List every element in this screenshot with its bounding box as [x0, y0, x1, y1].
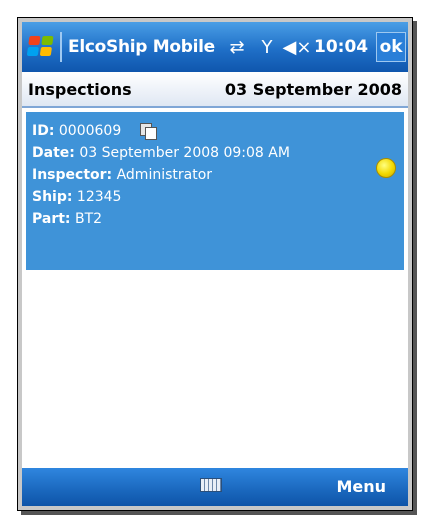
- page-title: Inspections: [28, 79, 132, 99]
- part-label: Part:: [32, 211, 71, 227]
- id-row: ID: 0000609: [32, 120, 398, 142]
- ship-row: Ship: 12345: [32, 186, 398, 208]
- id-value: 0000609: [58, 123, 122, 139]
- inspection-list-item[interactable]: ID: 0000609 Date: 03 September 2008 09:0…: [26, 112, 404, 270]
- start-flag-icon: [26, 36, 55, 58]
- list-header: Inspections 03 September 2008: [22, 72, 408, 108]
- status-dot-icon: [376, 158, 396, 178]
- device-screen: ElcoShip Mobile ⇄ Y ◀× 10:04 ok Inspecti…: [22, 22, 408, 506]
- volume-muted-icon[interactable]: ◀×: [283, 34, 312, 60]
- part-row: Part: BT2: [32, 208, 398, 230]
- keyboard-icon[interactable]: [200, 478, 222, 492]
- part-value: BT2: [74, 211, 103, 227]
- app-title: ElcoShip Mobile: [68, 37, 215, 57]
- ok-button[interactable]: ok: [376, 32, 407, 62]
- menu-bar: Menu: [22, 468, 408, 506]
- menu-button[interactable]: Menu: [336, 468, 386, 506]
- start-button[interactable]: [22, 22, 60, 72]
- connectivity-icon[interactable]: ⇄: [224, 34, 250, 60]
- date-row: Date: 03 September 2008 09:08 AM: [32, 142, 398, 164]
- inspector-row: Inspector: Administrator: [32, 164, 398, 186]
- inspector-value: Administrator: [116, 167, 213, 183]
- title-separator: [60, 32, 62, 62]
- inspector-label: Inspector:: [32, 167, 113, 183]
- clock[interactable]: 10:04: [314, 37, 368, 57]
- header-date: 03 September 2008: [224, 79, 402, 99]
- copy-icon[interactable]: [139, 123, 157, 140]
- title-bar: ElcoShip Mobile ⇄ Y ◀× 10:04 ok: [22, 22, 408, 72]
- date-value: 03 September 2008 09:08 AM: [79, 145, 290, 161]
- date-label: Date:: [32, 145, 75, 161]
- signal-icon[interactable]: Y: [254, 34, 280, 60]
- ship-value: 12345: [76, 189, 122, 205]
- ship-label: Ship:: [32, 189, 73, 205]
- id-label: ID:: [32, 123, 55, 139]
- device-frame: ElcoShip Mobile ⇄ Y ◀× 10:04 ok Inspecti…: [17, 17, 413, 511]
